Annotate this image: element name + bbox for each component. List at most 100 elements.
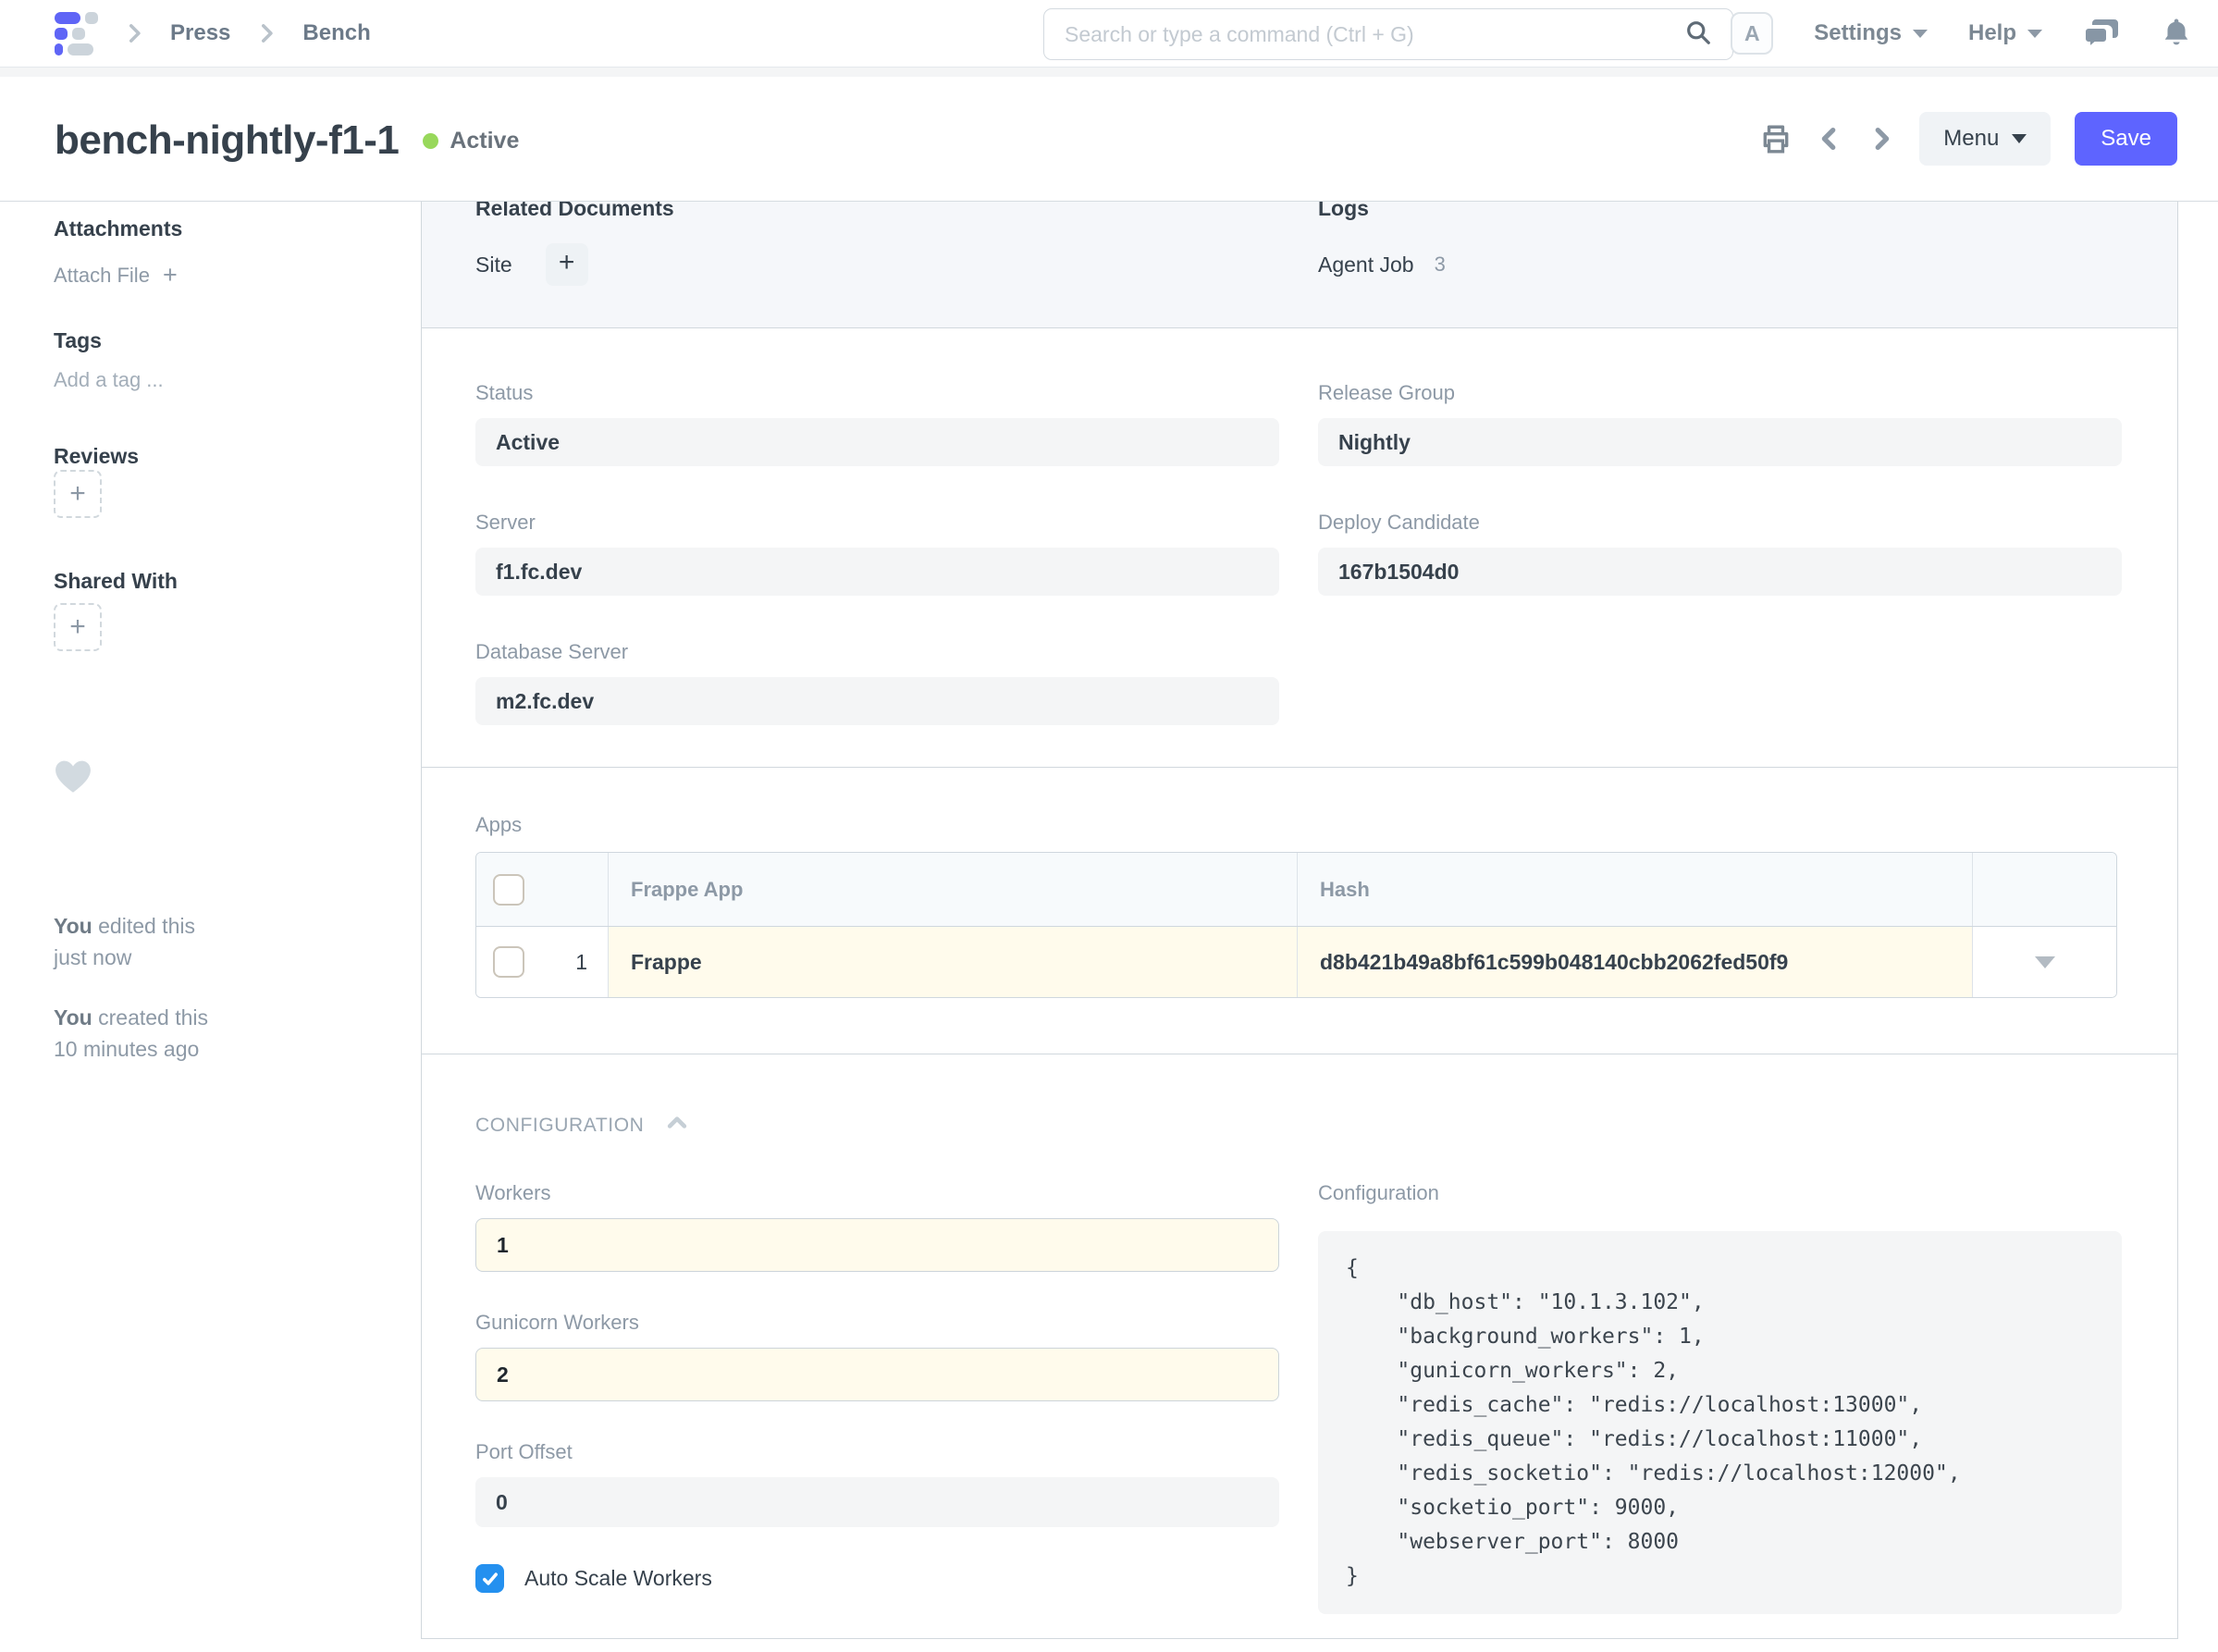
- status-indicator-label: Active: [450, 128, 519, 154]
- tags-heading: Tags: [54, 328, 102, 353]
- apps-section-label: Apps: [475, 813, 2124, 837]
- form-layout: Related Documents Site + Logs Agent Job …: [421, 202, 2178, 1639]
- database-server-value[interactable]: m2.fc.dev: [475, 677, 1279, 725]
- settings-label: Settings: [1814, 20, 1902, 46]
- field-database-server: Database Server m2.fc.dev: [475, 640, 1279, 725]
- field-server: Server f1.fc.dev: [475, 511, 1279, 596]
- apps-grid-header: Frappe App Hash: [476, 853, 2116, 927]
- chevron-down-icon: [2027, 30, 2042, 38]
- created-by: You: [54, 1005, 92, 1029]
- site-link[interactable]: Site: [475, 253, 512, 277]
- hash-cell[interactable]: d8b421b49a8bf61c599b048140cbb2062fed50f9: [1298, 927, 1973, 997]
- navbar: Press Bench A Settings Help: [0, 0, 2218, 68]
- print-icon[interactable]: [1760, 123, 1792, 154]
- menu-button[interactable]: Menu: [1919, 112, 2051, 166]
- frappe-app-cell[interactable]: Frappe: [609, 927, 1298, 997]
- add-review-button[interactable]: +: [54, 470, 102, 518]
- help-menu[interactable]: Help: [1968, 20, 2042, 46]
- reviews-heading: Reviews: [54, 444, 139, 469]
- configuration-section: CONFIGURATION Workers 1 Gunicorn Workers…: [422, 1054, 2177, 1638]
- agent-job-count: 3: [1435, 253, 1446, 277]
- status-dot-green: [423, 133, 438, 149]
- port-offset-label: Port Offset: [475, 1440, 1279, 1464]
- plus-icon: +: [163, 261, 178, 290]
- auto-scale-workers-label: Auto Scale Workers: [524, 1566, 712, 1591]
- user-avatar[interactable]: A: [1731, 12, 1773, 55]
- apps-grid-row: 1 Frappe d8b421b49a8bf61c599b048140cbb20…: [476, 927, 2116, 997]
- breadcrumb-press[interactable]: Press: [170, 20, 230, 46]
- form-dashboard-section: Related Documents Site + Logs Agent Job …: [422, 202, 2177, 328]
- server-label: Server: [475, 511, 1279, 535]
- edited-when: just now: [54, 945, 131, 969]
- server-value[interactable]: f1.fc.dev: [475, 548, 1279, 596]
- created-log: You created this 10 minutes ago: [54, 1002, 350, 1065]
- status-label: Status: [475, 381, 1279, 405]
- logs-heading: Logs: [1318, 202, 1446, 221]
- gunicorn-workers-input[interactable]: 2: [475, 1348, 1279, 1401]
- deploy-candidate-value[interactable]: 167b1504d0: [1318, 548, 2122, 596]
- save-button[interactable]: Save: [2075, 112, 2177, 166]
- plus-icon: +: [69, 611, 86, 643]
- release-group-label: Release Group: [1318, 381, 2122, 405]
- chevron-down-icon: [2012, 134, 2027, 143]
- configuration-section-heading[interactable]: CONFIGURATION: [475, 1115, 644, 1137]
- page-head: bench-nightly-f1-1 Active Menu: [0, 77, 2218, 202]
- save-button-label: Save: [2101, 126, 2151, 152]
- menu-button-label: Menu: [1943, 126, 1999, 152]
- chevron-right-icon: [254, 21, 278, 45]
- auto-scale-workers-checkbox[interactable]: [475, 1564, 504, 1593]
- release-group-value[interactable]: Nightly: [1318, 418, 2122, 466]
- row-index: 1: [575, 950, 587, 975]
- like-heart-icon[interactable]: [54, 758, 92, 800]
- status-value: Active: [475, 418, 1279, 466]
- apps-section: Apps Frappe App Hash 1 Frappe d8b: [422, 768, 2177, 1054]
- frappe-app-column-header[interactable]: Frappe App: [609, 853, 1298, 926]
- form-fields-section: Status Active Server f1.fc.dev Database …: [422, 328, 2177, 768]
- add-tag-input[interactable]: Add a tag ...: [54, 368, 164, 392]
- created-when: 10 minutes ago: [54, 1037, 199, 1061]
- status-indicator: Active: [423, 128, 519, 154]
- page-container: bench-nightly-f1-1 Active Menu: [0, 77, 2218, 1652]
- page-title: bench-nightly-f1-1: [55, 117, 399, 164]
- plus-icon: +: [559, 247, 575, 278]
- shared-with-heading: Shared With: [54, 569, 178, 594]
- search-input[interactable]: [1065, 22, 1684, 47]
- global-search[interactable]: [1043, 8, 1733, 60]
- configuration-json-code: { "db_host": "10.1.3.102", "background_w…: [1318, 1231, 2122, 1614]
- gunicorn-workers-label: Gunicorn Workers: [475, 1311, 1279, 1335]
- agent-job-link[interactable]: Agent Job: [1318, 253, 1414, 277]
- select-all-checkbox[interactable]: [493, 874, 524, 906]
- edited-action: edited this: [92, 914, 195, 938]
- breadcrumb-bench[interactable]: Bench: [302, 20, 370, 46]
- field-gunicorn-workers: Gunicorn Workers 2: [475, 1311, 1279, 1401]
- chevron-down-icon: [1913, 30, 1928, 38]
- apps-grid: Frappe App Hash 1 Frappe d8b421b49a8bf61…: [475, 852, 2117, 998]
- settings-menu[interactable]: Settings: [1814, 20, 1928, 46]
- prev-record-icon[interactable]: [1816, 123, 1843, 154]
- hash-column-header[interactable]: Hash: [1298, 853, 1973, 926]
- workers-input[interactable]: 1: [475, 1218, 1279, 1272]
- chat-icon[interactable]: [2083, 18, 2120, 49]
- notifications-bell-icon[interactable]: [2161, 17, 2192, 50]
- add-site-button[interactable]: +: [546, 243, 588, 286]
- related-documents-heading: Related Documents: [475, 202, 674, 221]
- field-deploy-candidate: Deploy Candidate 167b1504d0: [1318, 511, 2122, 596]
- next-record-icon[interactable]: [1867, 123, 1895, 154]
- port-offset-value: 0: [475, 1477, 1279, 1527]
- created-action: created this: [92, 1005, 208, 1029]
- attachments-heading: Attachments: [54, 216, 182, 241]
- field-auto-scale-workers: Auto Scale Workers: [475, 1564, 1279, 1593]
- workers-label: Workers: [475, 1181, 1279, 1205]
- row-checkbox[interactable]: [493, 946, 524, 978]
- field-workers: Workers 1: [475, 1181, 1279, 1272]
- database-server-label: Database Server: [475, 640, 1279, 664]
- chevron-right-icon: [122, 21, 146, 45]
- field-status: Status Active: [475, 381, 1279, 466]
- edited-by: You: [54, 914, 92, 938]
- attach-file-button[interactable]: Attach File +: [54, 261, 178, 290]
- help-label: Help: [1968, 20, 2016, 46]
- collapse-chevron-up-icon[interactable]: [664, 1110, 690, 1140]
- add-share-button[interactable]: +: [54, 603, 102, 651]
- app-logo[interactable]: [55, 12, 98, 55]
- row-expand-dropdown-icon[interactable]: [2035, 956, 2055, 968]
